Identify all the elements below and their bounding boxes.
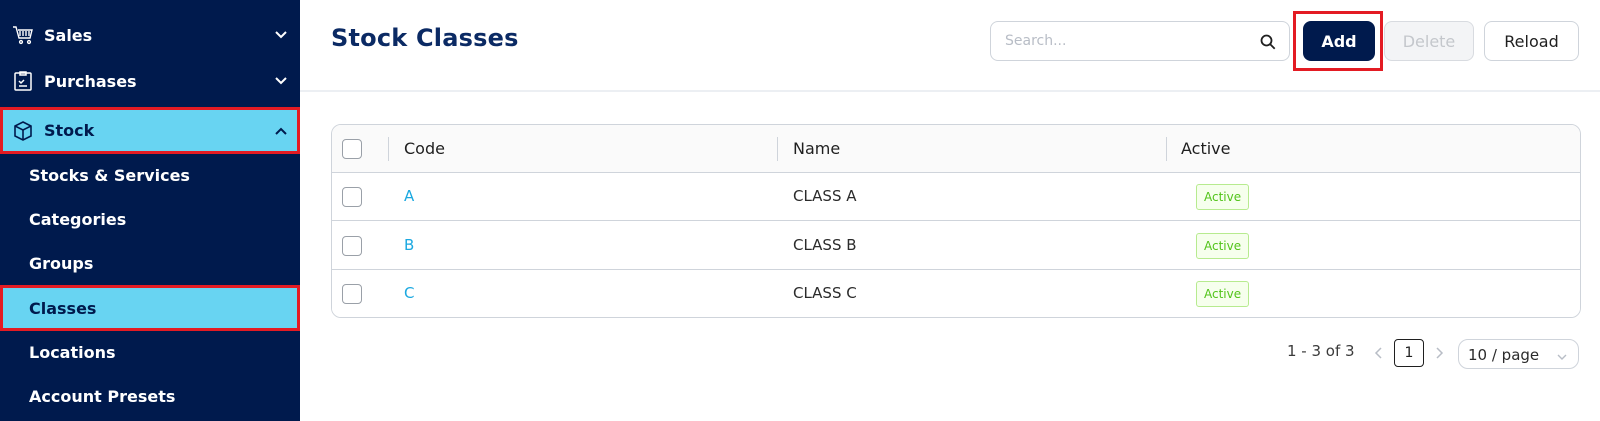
- chevron-down-icon: [274, 74, 288, 88]
- table-header: Code Name Active: [332, 125, 1580, 173]
- table-row[interactable]: C CLASS C Active: [332, 270, 1580, 317]
- row-code-link[interactable]: C: [404, 284, 414, 302]
- select-all-checkbox[interactable]: [342, 139, 362, 159]
- column-header-code[interactable]: Code: [404, 139, 445, 158]
- chevron-down-icon: [1556, 349, 1568, 361]
- column-divider: [1166, 137, 1167, 161]
- sidebar-group-purchases[interactable]: Purchases: [0, 59, 300, 103]
- chevron-down-icon: [274, 28, 288, 42]
- row-name: CLASS B: [793, 236, 857, 254]
- sidebar-group-stock[interactable]: Stock: [0, 107, 300, 154]
- row-checkbox[interactable]: [342, 284, 362, 304]
- pagination-page-current[interactable]: 1: [1394, 339, 1424, 367]
- sidebar-group-label: Purchases: [44, 71, 137, 91]
- sidebar-item-locations[interactable]: Locations: [0, 330, 300, 374]
- reload-button[interactable]: Reload: [1484, 21, 1579, 61]
- sidebar-group-label: Stock: [44, 121, 95, 140]
- row-code-link[interactable]: B: [404, 236, 414, 254]
- column-divider: [777, 137, 778, 161]
- row-checkbox[interactable]: [342, 187, 362, 207]
- sidebar: Sales Purchases Stock Stocks & Services …: [0, 0, 300, 421]
- sidebar-item-groups[interactable]: Groups: [0, 241, 300, 285]
- chevron-right-icon[interactable]: [1432, 345, 1446, 359]
- delete-button[interactable]: Delete: [1384, 21, 1474, 61]
- sidebar-group-label: Sales: [44, 25, 93, 45]
- sidebar-item-label: Stocks & Services: [29, 165, 190, 185]
- sidebar-item-categories[interactable]: Categories: [0, 197, 300, 241]
- page-size-select[interactable]: 10 / page: [1458, 339, 1579, 369]
- clipboard-icon: [12, 70, 34, 92]
- row-checkbox[interactable]: [342, 236, 362, 256]
- sidebar-group-sales[interactable]: Sales: [0, 13, 300, 57]
- search-input[interactable]: [1005, 22, 1250, 60]
- page-size-value: 10 / page: [1468, 346, 1540, 364]
- box-icon: [12, 120, 34, 142]
- sidebar-item-account-presets[interactable]: Account Presets: [0, 374, 300, 418]
- stock-classes-table: Code Name Active A CLASS A Active B CLAS…: [331, 124, 1581, 318]
- search-icon[interactable]: [1259, 33, 1277, 51]
- column-divider: [388, 137, 389, 161]
- cart-icon: [12, 24, 34, 46]
- sidebar-item-label: Account Presets: [29, 386, 176, 406]
- search-box: [990, 21, 1290, 61]
- column-header-active[interactable]: Active: [1181, 139, 1231, 158]
- row-code-link[interactable]: A: [404, 187, 414, 205]
- table-row[interactable]: B CLASS B Active: [332, 222, 1580, 270]
- status-badge: Active: [1196, 281, 1250, 307]
- sidebar-item-label: Groups: [29, 253, 94, 273]
- sidebar-item-label: Locations: [29, 342, 116, 362]
- pagination-total: 1 - 3 of 3: [1287, 342, 1355, 360]
- sidebar-item-stocks-services[interactable]: Stocks & Services: [0, 153, 300, 197]
- sidebar-item-classes[interactable]: Classes: [0, 285, 300, 331]
- column-header-name[interactable]: Name: [793, 139, 840, 158]
- chevron-left-icon[interactable]: [1372, 345, 1386, 359]
- row-name: CLASS A: [793, 187, 857, 205]
- table-row[interactable]: A CLASS A Active: [332, 173, 1580, 221]
- status-badge: Active: [1196, 184, 1250, 210]
- sidebar-item-label: Classes: [29, 298, 97, 318]
- chevron-up-icon: [274, 124, 288, 138]
- row-name: CLASS C: [793, 284, 857, 302]
- add-button[interactable]: Add: [1303, 21, 1375, 61]
- sidebar-item-label: Categories: [29, 209, 127, 229]
- page-header: Stock Classes Add Delete Reload: [300, 0, 1600, 92]
- page-title: Stock Classes: [331, 24, 519, 52]
- status-badge: Active: [1196, 233, 1250, 259]
